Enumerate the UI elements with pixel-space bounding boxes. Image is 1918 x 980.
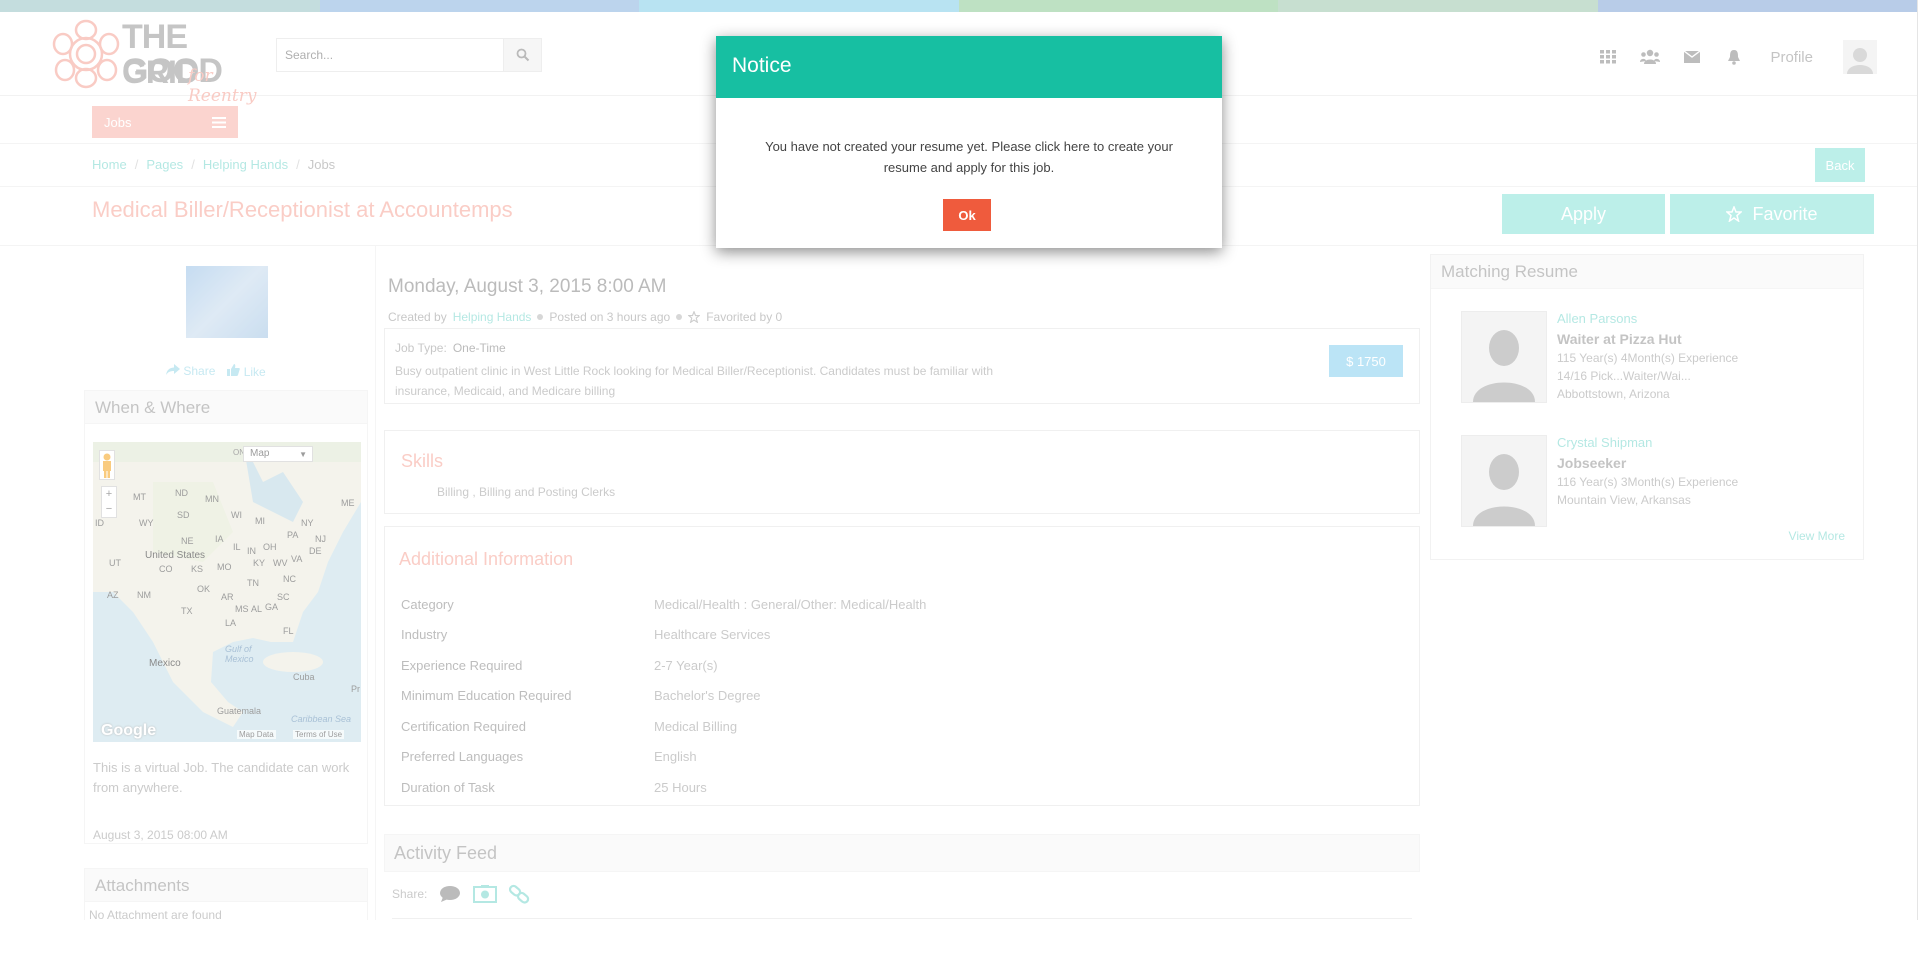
notice-modal: Notice You have not created your resume … [716,36,1222,248]
job-page: THE GOOD GRID for Reentry Search... Prof… [0,0,1918,920]
ok-button[interactable]: Ok [943,199,991,231]
notice-modal-title: Notice [716,36,1222,98]
notice-modal-message[interactable]: You have not created your resume yet. Pl… [746,136,1192,178]
